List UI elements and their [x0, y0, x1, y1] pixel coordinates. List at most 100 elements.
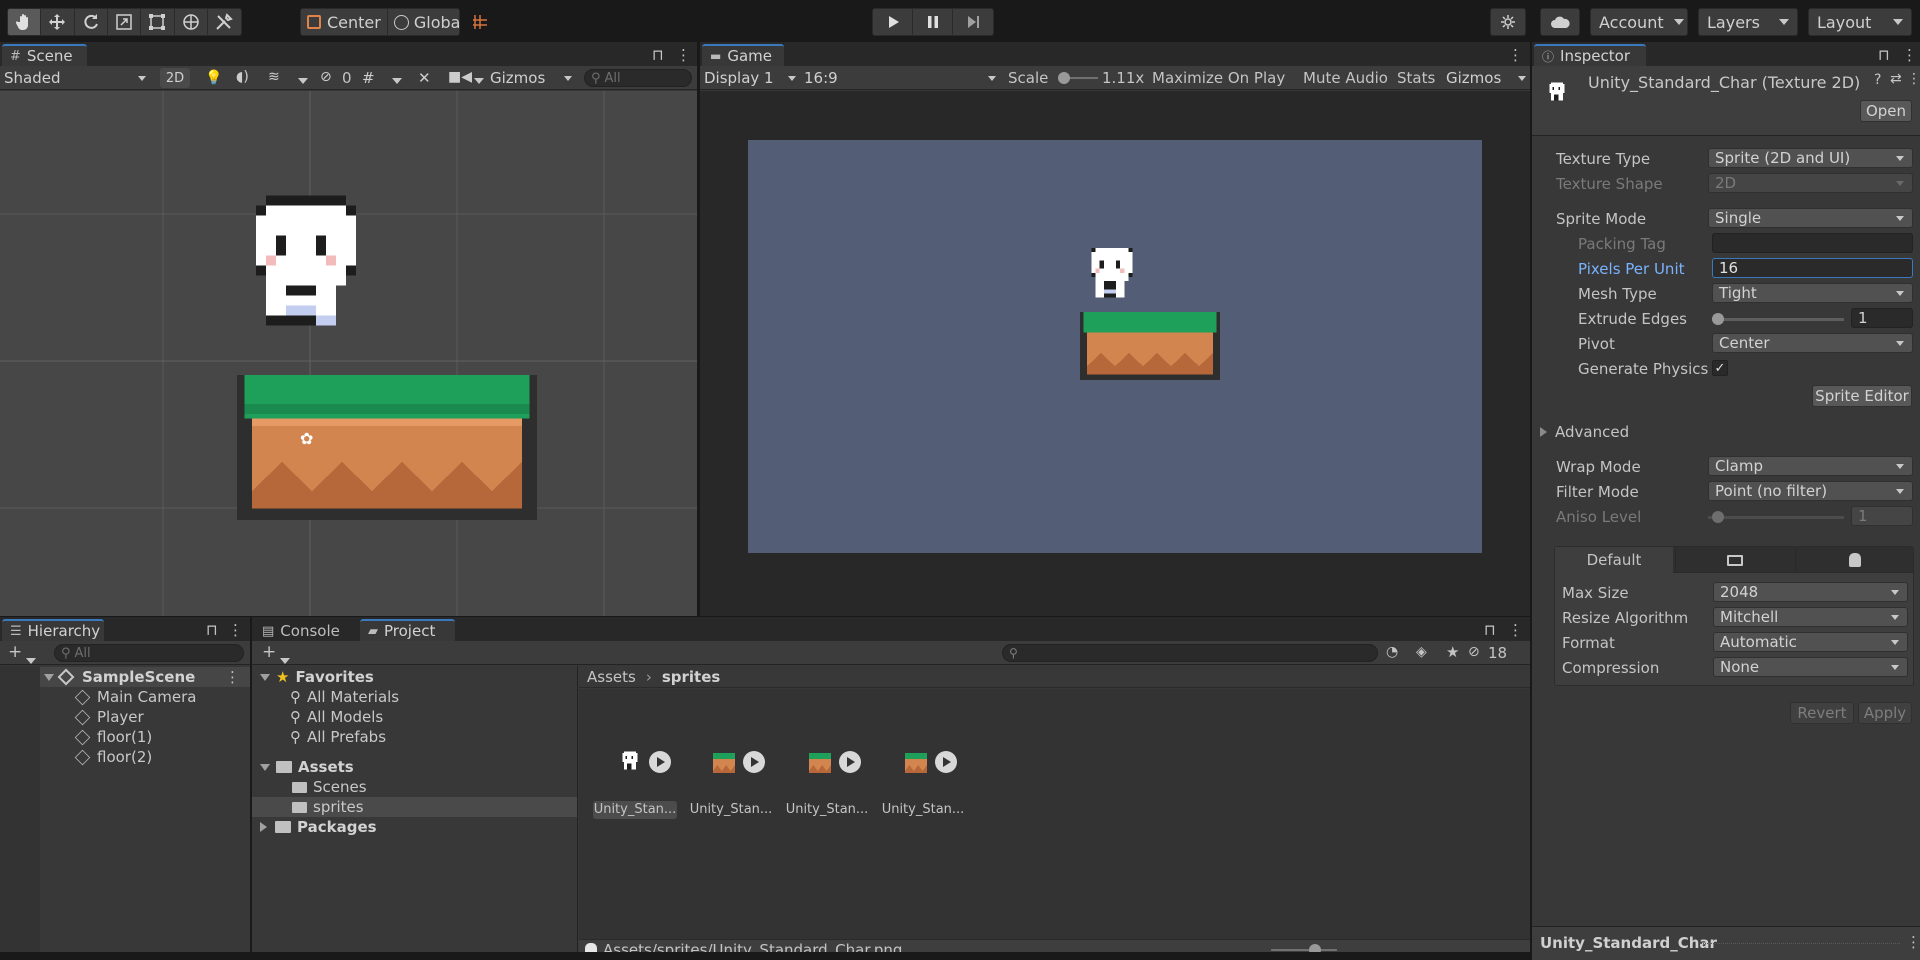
- lock-icon[interactable]: ⊓: [652, 46, 664, 64]
- project-search-input[interactable]: ⚲: [1002, 644, 1378, 662]
- extrude-edges-slider[interactable]: [1712, 313, 1844, 325]
- list-item[interactable]: Main Camera: [74, 687, 196, 707]
- context-menu-icon[interactable]: ⋮: [1907, 71, 1920, 87]
- aspect-dropdown[interactable]: 16:9: [804, 68, 996, 88]
- layout-dropdown[interactable]: Layout: [1808, 8, 1912, 36]
- compression-dropdown[interactable]: None: [1713, 657, 1908, 677]
- revert-button[interactable]: Revert: [1790, 702, 1854, 724]
- pivot-rotation-button[interactable]: Global: [388, 9, 459, 35]
- move-tool-icon[interactable]: [41, 9, 75, 35]
- game-gizmos-dropdown[interactable]: Gizmos: [1446, 68, 1526, 88]
- lighting-icon[interactable]: 💡: [205, 70, 222, 86]
- resize-algorithm-dropdown[interactable]: Mitchell: [1713, 607, 1908, 627]
- hierarchy-search-input[interactable]: ⚲ All: [54, 644, 244, 662]
- services-button[interactable]: [1490, 8, 1526, 36]
- pixels-per-unit-input[interactable]: 16: [1712, 258, 1913, 278]
- asset-tile[interactable]: Unity_Stan...: [689, 743, 773, 823]
- rect-tool-icon[interactable]: [141, 9, 175, 35]
- camera-icon[interactable]: ■◀: [448, 69, 472, 85]
- play-button[interactable]: [873, 9, 913, 35]
- extrude-edges-thumb[interactable]: [1712, 313, 1724, 325]
- mesh-type-dropdown[interactable]: Tight: [1712, 283, 1913, 303]
- chevron-down-icon[interactable]: [474, 70, 484, 88]
- mute-audio-toggle[interactable]: Mute Audio: [1303, 69, 1388, 87]
- audio-icon[interactable]: ◖): [236, 69, 249, 85]
- add-icon[interactable]: +: [8, 642, 22, 662]
- lock-icon[interactable]: ⊓: [1484, 621, 1496, 639]
- scale-slider-thumb[interactable]: [1058, 72, 1070, 84]
- open-button[interactable]: Open: [1860, 100, 1912, 122]
- list-item[interactable]: ⚲ All Materials: [290, 687, 399, 707]
- stats-toggle[interactable]: Stats: [1397, 69, 1435, 87]
- favorites-foldout[interactable]: ★ Favorites: [260, 667, 374, 687]
- tab-project[interactable]: ▰ Project: [360, 619, 455, 641]
- assets-foldout[interactable]: Assets: [260, 757, 354, 777]
- platform-tab-standalone[interactable]: [1675, 547, 1793, 573]
- scene-search-input[interactable]: ⚲ All: [584, 69, 692, 87]
- pivot-mode-button[interactable]: Center: [301, 9, 388, 35]
- packing-tag-input[interactable]: [1712, 233, 1913, 253]
- tab-hierarchy[interactable]: ☰ Hierarchy: [2, 619, 104, 641]
- play-circle-icon[interactable]: [935, 751, 957, 773]
- transform-tool-icon[interactable]: [175, 9, 208, 35]
- filter-mode-dropdown[interactable]: Point (no filter): [1708, 481, 1913, 501]
- lock-icon[interactable]: ⊓: [1878, 46, 1890, 64]
- panel-menu-icon[interactable]: ⋮: [1508, 621, 1523, 639]
- panel-menu-icon[interactable]: ⋮: [676, 46, 691, 64]
- packages-foldout[interactable]: Packages: [260, 817, 377, 837]
- filter-by-label-icon[interactable]: ◈: [1416, 644, 1427, 660]
- play-circle-icon[interactable]: [649, 751, 671, 773]
- pivot-dropdown[interactable]: Center: [1712, 333, 1913, 353]
- texture-type-dropdown[interactable]: Sprite (2D and UI): [1708, 148, 1913, 168]
- list-item[interactable]: Player: [74, 707, 144, 727]
- scale-tool-icon[interactable]: [108, 9, 142, 35]
- help-icon[interactable]: ?: [1874, 72, 1881, 88]
- chevron-down-icon[interactable]: [392, 70, 402, 88]
- icon-size-slider[interactable]: [1271, 944, 1337, 956]
- panel-menu-icon[interactable]: ⋮: [1902, 46, 1917, 64]
- effects-icon[interactable]: ≋: [268, 69, 280, 85]
- list-item[interactable]: floor(1): [74, 727, 152, 747]
- shading-mode-dropdown[interactable]: Shaded: [4, 68, 146, 88]
- cloud-button[interactable]: [1540, 8, 1580, 36]
- preset-icon[interactable]: ⇄: [1890, 71, 1902, 87]
- floor-sprite[interactable]: [237, 375, 537, 520]
- step-button[interactable]: [953, 9, 993, 35]
- apply-button[interactable]: Apply: [1858, 702, 1912, 724]
- list-item[interactable]: Scenes: [292, 777, 367, 797]
- maximize-on-play-toggle[interactable]: Maximize On Play: [1152, 69, 1285, 87]
- asset-tile[interactable]: Unity_Stan...: [785, 743, 869, 823]
- visibility-icon[interactable]: ⊘: [320, 69, 332, 85]
- list-item[interactable]: sprites: [292, 797, 364, 817]
- asset-tile[interactable]: Unity_Stan...: [881, 743, 965, 823]
- scene-gizmos-dropdown[interactable]: Gizmos: [490, 68, 572, 88]
- tab-scene[interactable]: # Scene: [2, 44, 87, 66]
- layers-dropdown[interactable]: Layers: [1698, 8, 1798, 36]
- tab-inspector[interactable]: ⓘ Inspector: [1534, 44, 1646, 66]
- sprite-mode-dropdown[interactable]: Single: [1708, 208, 1913, 228]
- format-dropdown[interactable]: Automatic: [1713, 632, 1908, 652]
- scale-slider[interactable]: [1058, 72, 1098, 84]
- advanced-foldout[interactable]: Advanced: [1540, 422, 1629, 442]
- wrap-mode-dropdown[interactable]: Clamp: [1708, 456, 1913, 476]
- play-circle-icon[interactable]: [839, 751, 861, 773]
- max-size-dropdown[interactable]: 2048: [1713, 582, 1908, 602]
- hand-tool-icon[interactable]: [8, 9, 42, 35]
- rotate-tool-icon[interactable]: [75, 9, 108, 35]
- lock-icon[interactable]: ⊓: [206, 621, 218, 639]
- chevron-down-icon[interactable]: [298, 70, 308, 88]
- 2d-toggle[interactable]: 2D: [160, 68, 190, 88]
- generate-physics-checkbox[interactable]: ✓: [1712, 360, 1728, 376]
- character-sprite[interactable]: [246, 193, 366, 368]
- platform-tab-android[interactable]: [1795, 547, 1913, 573]
- scene-viewport[interactable]: ✿: [0, 91, 697, 616]
- scene-root-item[interactable]: SampleScene ⋮: [40, 667, 250, 687]
- extrude-edges-input[interactable]: 1: [1851, 308, 1913, 328]
- panel-menu-icon[interactable]: ⋮: [228, 621, 243, 639]
- panel-menu-icon[interactable]: ⋮: [1906, 933, 1920, 951]
- sprite-editor-button[interactable]: Sprite Editor: [1812, 385, 1912, 407]
- list-item[interactable]: ⚲ All Prefabs: [290, 727, 386, 747]
- scene-menu-icon[interactable]: ⋮: [225, 668, 240, 686]
- breadcrumb-root[interactable]: Assets: [587, 668, 636, 686]
- game-render-area[interactable]: [748, 140, 1482, 553]
